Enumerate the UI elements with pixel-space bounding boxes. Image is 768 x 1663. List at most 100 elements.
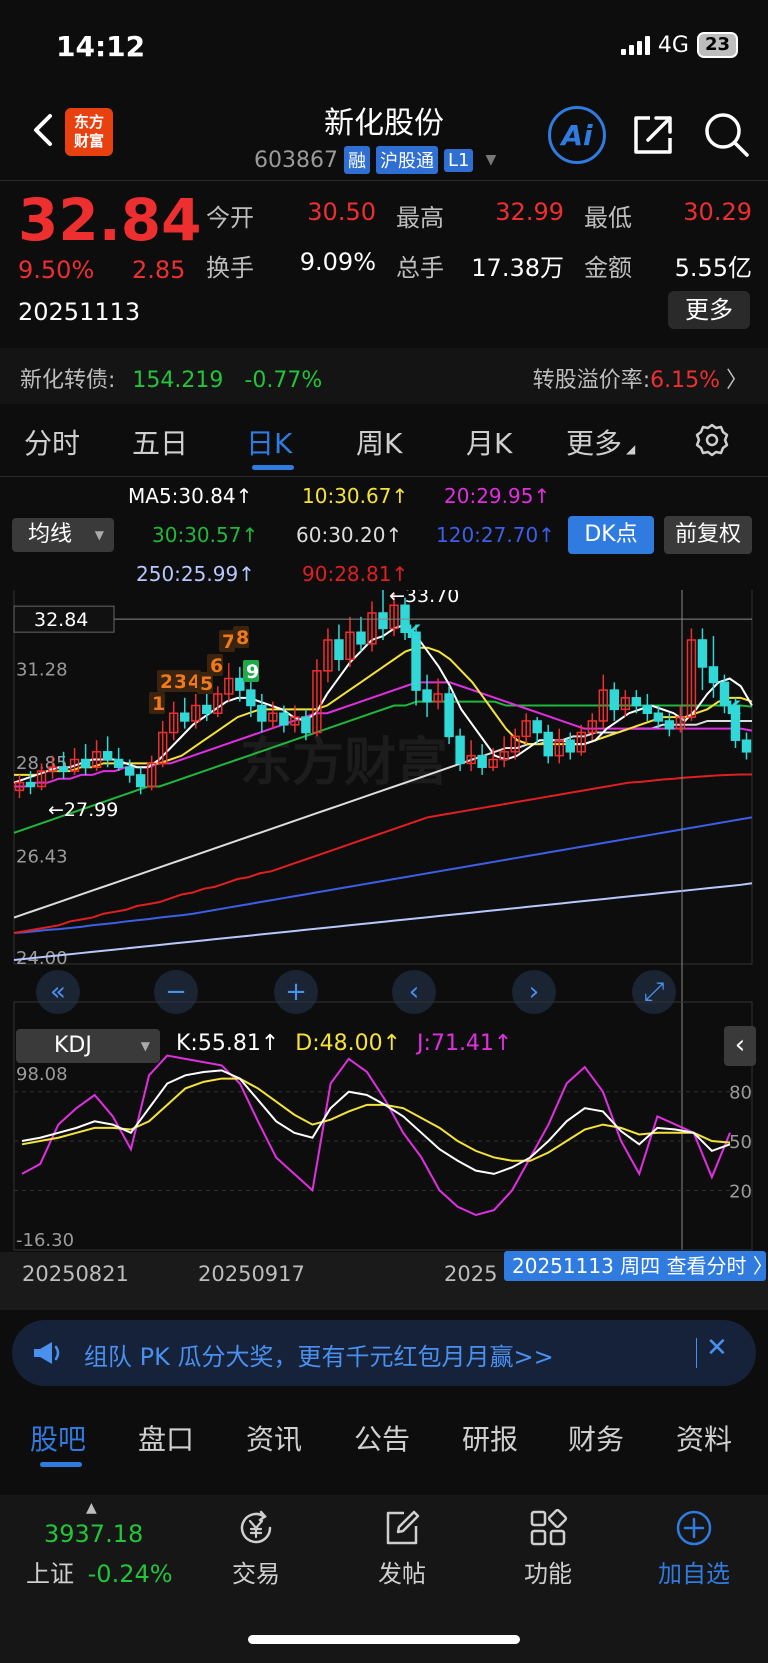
kdj-j-value: J:71.41↑ [417, 1031, 513, 1056]
candle-body [80, 758, 91, 768]
adjust-price-button[interactable]: 前复权 [664, 516, 752, 554]
date-label-1: 20250821 [22, 1262, 129, 1286]
header-divider [0, 180, 768, 181]
turnover-value: 9.09% [299, 248, 376, 276]
banner-separator [696, 1338, 697, 1368]
kdj-tick-label: -16.30 [16, 1230, 74, 1251]
home-indicator [248, 1635, 520, 1644]
edit-icon [386, 1510, 420, 1545]
candle-body [444, 693, 454, 738]
candle-body [356, 631, 366, 645]
signal-label: 6 [210, 655, 223, 677]
index-summary[interactable]: 上证 -0.24% [26, 1554, 173, 1589]
date-label-3: 2025 [444, 1262, 498, 1286]
tab-daily-k[interactable]: 日K [246, 422, 292, 462]
chevron-right-icon[interactable]: 〉 [726, 362, 748, 394]
stock-code-row[interactable]: 603867 融 沪股通 L1 ▼ [254, 146, 496, 174]
expand-up-icon[interactable]: ▲ [86, 1500, 97, 1516]
dk-point-button[interactable]: DK点 [568, 516, 654, 554]
date-label-2: 20250917 [198, 1262, 305, 1286]
stock-code: 603867 [254, 147, 338, 173]
kdj-d-value: D:48.00↑ [295, 1031, 402, 1056]
open-label: 今开 [206, 204, 254, 232]
ma5-legend: MA5:30.84↑ [128, 484, 253, 508]
dropdown-arrow-icon: ▼ [485, 152, 497, 168]
nav-post-label: 发帖 [378, 1560, 426, 1588]
candle-body [102, 751, 113, 761]
search-icon[interactable] [702, 110, 750, 158]
ma250-legend: 250:25.99↑ [136, 562, 255, 586]
status-indicators: 4G 23 [620, 32, 738, 58]
collapse-panel-icon[interactable]: ‹ [724, 1026, 756, 1066]
indicator-selector[interactable]: KDJ ▼ [16, 1029, 160, 1063]
tab-guba[interactable]: 股吧 [30, 1418, 86, 1458]
nav-add-watchlist[interactable]: 加自选 [644, 1500, 744, 1589]
nav-trade-label: 交易 [232, 1560, 280, 1588]
signal-label: K [726, 697, 742, 719]
triangle-icon: ◢ [626, 442, 636, 456]
ma-line-ma120 [13, 816, 753, 935]
tab-more[interactable]: 更多 ◢ [566, 422, 635, 462]
ai-assistant-icon[interactable]: Ai [548, 106, 606, 164]
candle-body [135, 774, 146, 788]
kdj-tick-label: 50 [729, 1132, 752, 1153]
close-icon[interactable]: ✕ [706, 1333, 728, 1363]
kdj-line-J [21, 1054, 731, 1217]
tab-five-day[interactable]: 五日 [132, 422, 188, 462]
nav-post[interactable]: 发帖 [352, 1500, 452, 1589]
network-label: 4G [657, 32, 689, 58]
gear-icon[interactable] [694, 422, 730, 458]
tab-profile[interactable]: 资料 [676, 1418, 732, 1458]
tabs-divider [0, 476, 768, 477]
grid-icon [530, 1508, 568, 1546]
ma120-legend: 120:27.70↑ [436, 523, 555, 547]
change-amount: 2.85 [132, 256, 186, 284]
kdj-legend: K:55.81↑ D:48.00↑ J:71.41↑ [176, 1031, 512, 1056]
tab-weekly-k[interactable]: 周K [356, 422, 402, 462]
signal-label: 9 [246, 661, 259, 683]
kline-chart[interactable]: 东方财富33.7031.2828.8526.4324.0032.84←33.70… [0, 590, 768, 1252]
candle-body [697, 639, 708, 668]
change-percent: 9.50% [18, 256, 95, 284]
ma-line-ma90 [13, 773, 752, 934]
active-tab-indicator [252, 465, 294, 470]
index-change: -0.24% [87, 1560, 173, 1588]
tab-news[interactable]: 资讯 [246, 1418, 302, 1458]
megaphone-icon [34, 1342, 60, 1364]
candle-body [334, 639, 344, 661]
tab-pankou[interactable]: 盘口 [138, 1418, 194, 1458]
candle-body [378, 612, 388, 630]
y-tick-label: 31.28 [16, 659, 68, 680]
signal-icon [620, 35, 650, 55]
premium-value: 6.15% [650, 368, 720, 393]
cursor-date-tip[interactable]: 20251113 周四 查看分时 〉 [504, 1251, 768, 1281]
banner-text[interactable]: 组队 PK 瓜分大奖，更有千元红包月月赢>> [84, 1337, 554, 1372]
candle-body [477, 754, 487, 768]
bond-label: 新化转债: [20, 368, 116, 393]
share-icon[interactable] [630, 112, 676, 158]
amount-label: 金额 [584, 254, 632, 282]
ma-selector[interactable]: 均线 ▼ [12, 518, 114, 552]
nav-add-watchlist-label: 加自选 [658, 1560, 730, 1588]
index-value[interactable]: 3937.18 [44, 1520, 143, 1548]
nav-functions[interactable]: 功能 [498, 1500, 598, 1589]
open-value: 30.50 [307, 198, 376, 226]
tab-intraday[interactable]: 分时 [24, 422, 80, 462]
ma30-legend: 30:30.57↑ [152, 523, 259, 547]
high-value: 32.99 [495, 198, 564, 226]
low-label: 最低 [584, 204, 632, 232]
tab-finance[interactable]: 财务 [568, 1418, 624, 1458]
candle-body [25, 781, 36, 788]
quote-date: 20251113 [18, 298, 141, 326]
candle-body [113, 758, 124, 768]
tab-research[interactable]: 研报 [462, 1418, 518, 1458]
nav-trade[interactable]: 交易 [206, 1500, 306, 1589]
margin-tag: 融 [343, 146, 370, 174]
bond-info: 新化转债: 154.219 -0.77% [20, 362, 322, 394]
tab-announcements[interactable]: 公告 [354, 1418, 410, 1458]
index-name: 上证 [26, 1560, 74, 1588]
more-stats-button[interactable]: 更多 [668, 291, 750, 329]
battery-icon: 23 [696, 32, 738, 58]
tab-monthly-k[interactable]: 月K [466, 422, 512, 462]
nav-functions-label: 功能 [524, 1560, 572, 1588]
